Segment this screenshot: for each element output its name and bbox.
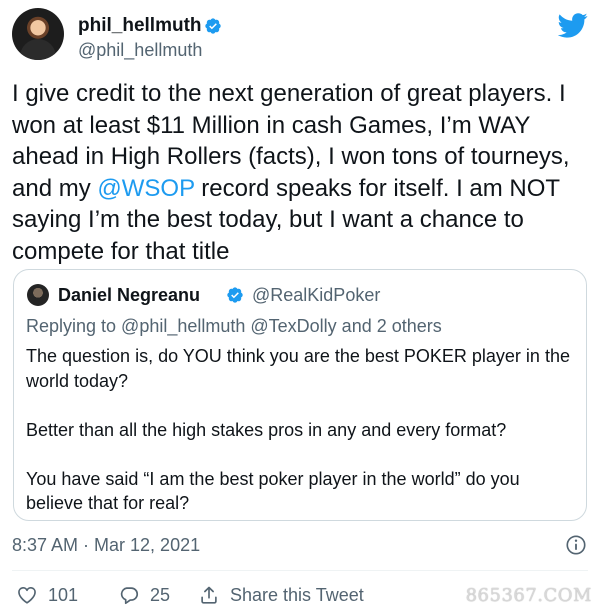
like-count: 101 bbox=[48, 584, 79, 605]
reply-count: 25 bbox=[150, 584, 171, 605]
watermark: 865367.COM bbox=[465, 585, 592, 606]
reply-bubble-icon bbox=[120, 587, 139, 605]
share-icon bbox=[201, 586, 217, 604]
replying-to-line: Replying to @phil_hellmuth @TexDolly and… bbox=[26, 316, 442, 336]
verified-badge-icon bbox=[205, 18, 221, 34]
verified-badge-icon bbox=[227, 287, 243, 303]
twitter-bird-icon[interactable] bbox=[558, 10, 588, 40]
share-label: Share this Tweet bbox=[230, 584, 364, 605]
info-icon[interactable] bbox=[565, 534, 587, 556]
quoted-paragraph: The question is, do YOU think you are th… bbox=[26, 346, 570, 391]
author-display-name[interactable]: phil_hellmuth bbox=[78, 14, 202, 38]
tweet-header: phil_hellmuth @phil_hellmuth bbox=[12, 8, 588, 64]
quoted-paragraph: You have said “I am the best poker playe… bbox=[26, 468, 520, 514]
like-button[interactable]: 101 bbox=[16, 581, 78, 609]
quoted-paragraph: Better than all the high stakes pros in … bbox=[26, 419, 507, 440]
reply-button[interactable]: 25 bbox=[118, 581, 170, 609]
quoted-tweet-card[interactable]: Daniel Negreanu @RealKidPoker Replying t… bbox=[13, 269, 587, 521]
tweet-meta-row: 8:37 AM · Mar 12, 2021 bbox=[12, 533, 588, 557]
author-handle[interactable]: @phil_hellmuth bbox=[78, 39, 202, 61]
quoted-author-handle[interactable]: @RealKidPoker bbox=[252, 283, 380, 307]
quoted-author-avatar[interactable] bbox=[27, 284, 49, 306]
quoted-author-display-name[interactable]: Daniel Negreanu bbox=[58, 283, 200, 307]
share-button[interactable]: Share this Tweet bbox=[198, 581, 364, 609]
avatar[interactable] bbox=[12, 8, 64, 60]
divider bbox=[12, 570, 588, 571]
tweet-text: I give credit to the next generation of … bbox=[12, 78, 588, 267]
heart-icon bbox=[18, 587, 36, 604]
mention-link[interactable]: @WSOP bbox=[97, 175, 194, 202]
quoted-tweet-text: The question is, do YOU think you are th… bbox=[26, 344, 578, 516]
timestamp[interactable]: 8:37 AM · Mar 12, 2021 bbox=[12, 533, 200, 557]
